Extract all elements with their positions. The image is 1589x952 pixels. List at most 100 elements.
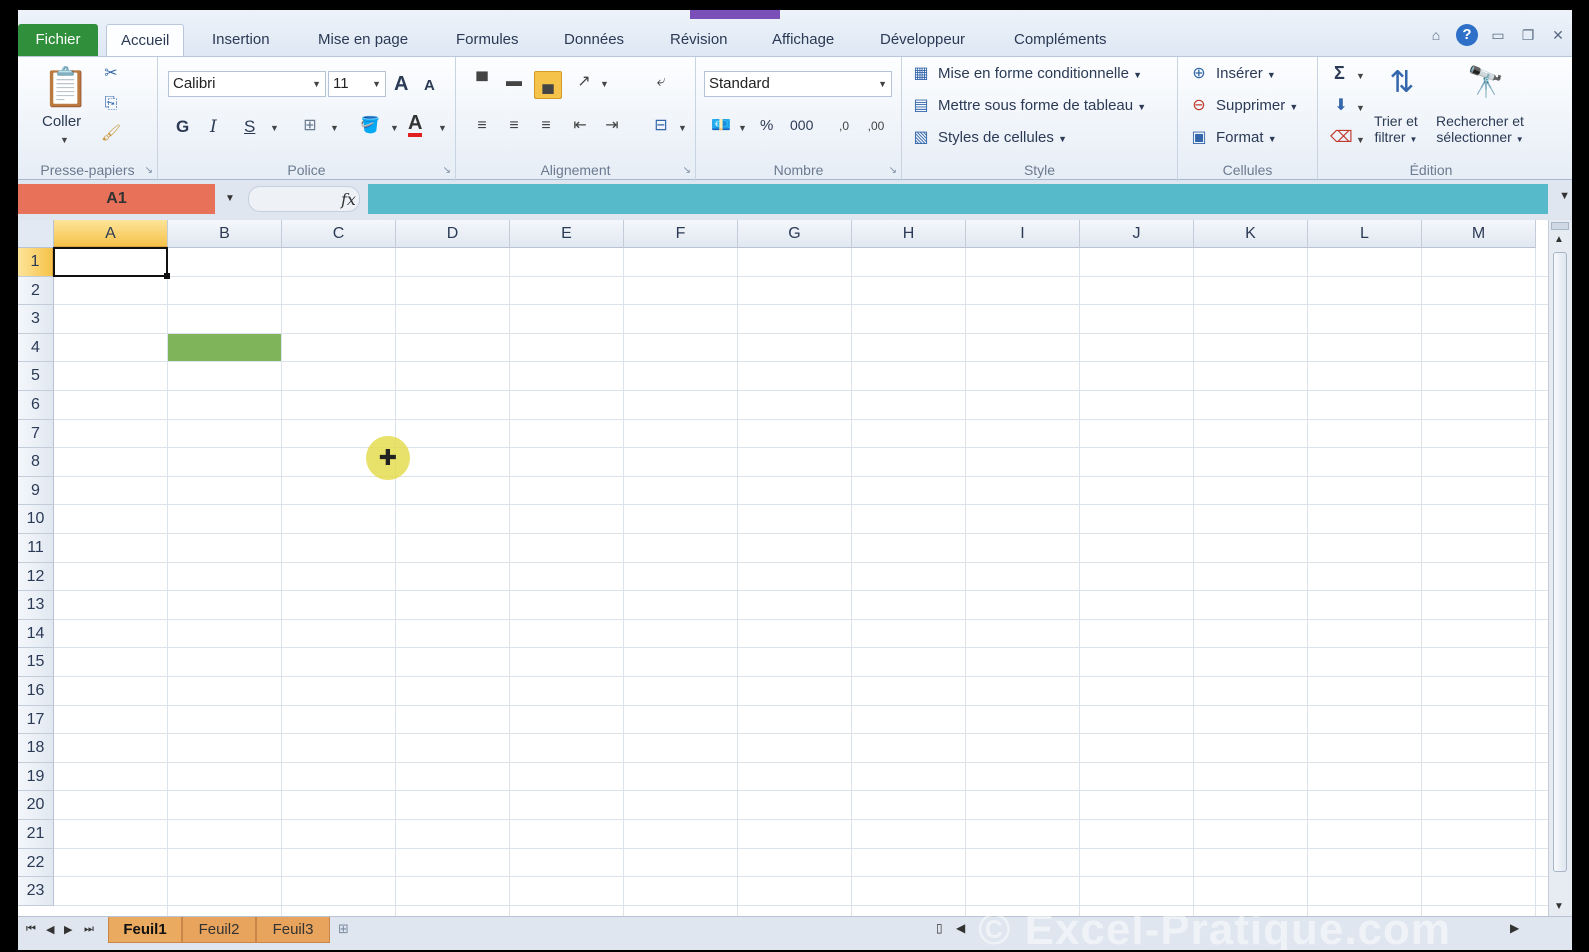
minimize-icon[interactable]: ▭ [1488, 25, 1508, 45]
grow-font-button[interactable]: A [394, 73, 408, 96]
format-cells-button[interactable]: Format ▼ [1216, 129, 1277, 146]
scroll-up-icon[interactable]: ▲ [1554, 234, 1564, 245]
align-bottom-icon[interactable]: ▄ [534, 71, 562, 99]
cell-styles-button[interactable]: Styles de cellules ▼ [938, 129, 1067, 146]
tab-file[interactable]: Fichier [18, 24, 98, 56]
insert-function-button[interactable]: fx [341, 187, 356, 213]
column-header-g[interactable]: G [738, 220, 852, 248]
insert-cells-button[interactable]: Insérer ▼ [1216, 65, 1276, 82]
font-launcher-icon[interactable]: ↘ [443, 165, 451, 176]
increase-indent-icon[interactable]: ⇥ [600, 115, 624, 139]
number-launcher-icon[interactable]: ↘ [889, 165, 897, 176]
select-all-button[interactable] [18, 220, 54, 248]
name-box-dropdown-icon[interactable]: ▼ [218, 184, 242, 214]
orientation-caret-icon[interactable]: ▼ [600, 79, 609, 89]
active-cell-a1[interactable] [53, 247, 168, 277]
row-header-4[interactable]: 4 [18, 333, 54, 363]
align-top-icon[interactable]: ▀ [470, 71, 494, 95]
row-header-8[interactable]: 8 [18, 448, 54, 477]
bold-button[interactable]: G [176, 117, 189, 137]
row-header-10[interactable]: 10 [18, 505, 54, 534]
text-orientation-icon[interactable]: ↗ [572, 71, 596, 95]
column-header-j[interactable]: J [1080, 220, 1194, 248]
autosum-button[interactable]: Σ [1334, 63, 1345, 84]
conditional-format-icon[interactable]: ▦ [910, 63, 932, 85]
font-name-select[interactable]: Calibri ▼ [168, 71, 326, 97]
align-left-icon[interactable]: ≡ [470, 115, 494, 139]
percent-button[interactable]: % [760, 117, 773, 134]
borders-icon[interactable]: ⊞ [298, 115, 322, 139]
cell-styles-icon[interactable]: ▧ [910, 127, 932, 149]
split-box[interactable] [1551, 222, 1569, 230]
row-header-17[interactable]: 17 [18, 705, 54, 735]
prev-sheet-icon[interactable]: ◀ [46, 923, 54, 936]
tab-revision[interactable]: Révision [656, 24, 742, 56]
row-header-12[interactable]: 12 [18, 562, 54, 592]
first-sheet-icon[interactable]: ⏮ [26, 923, 36, 936]
insert-cells-icon[interactable]: ⊕ [1188, 63, 1210, 85]
align-center-icon[interactable]: ≡ [502, 115, 526, 139]
name-box[interactable]: A1 [18, 184, 215, 214]
row-header-14[interactable]: 14 [18, 619, 54, 649]
copy-icon[interactable]: ⎘ [100, 93, 122, 115]
wrap-text-icon[interactable]: ⤶ [648, 71, 674, 97]
close-icon[interactable]: ✕ [1548, 25, 1568, 45]
paste-label[interactable]: Coller [42, 113, 81, 130]
sheet-tab-feuil1[interactable]: Feuil1 [108, 917, 182, 943]
font-color-button[interactable]: A [408, 113, 423, 137]
fill-handle[interactable] [164, 272, 170, 279]
horizontal-scrollbar[interactable]: ▯ ◀ ▶ [936, 921, 1536, 939]
help-icon[interactable]: ? [1456, 24, 1478, 46]
italic-button[interactable]: I [210, 117, 217, 137]
insert-sheet-icon[interactable]: ⊞ [338, 921, 360, 939]
row-header-7[interactable]: 7 [18, 419, 54, 449]
decrease-indent-icon[interactable]: ⇤ [568, 115, 592, 139]
row-header-23[interactable]: 23 [18, 877, 54, 906]
expand-formula-bar-icon[interactable]: ▼ [1559, 190, 1570, 202]
vertical-scrollbar[interactable]: ▲ ▼ [1548, 220, 1572, 916]
increase-decimal-icon[interactable]: ,0 [832, 115, 856, 139]
format-as-table-icon[interactable]: ▤ [910, 95, 932, 117]
delete-cells-button[interactable]: Supprimer ▼ [1216, 97, 1298, 114]
column-header-l[interactable]: L [1308, 220, 1422, 248]
clipboard-launcher-icon[interactable]: ↘ [145, 165, 153, 176]
tab-accueil[interactable]: Accueil [106, 24, 185, 56]
restore-icon[interactable]: ❐ [1518, 25, 1538, 45]
scroll-down-icon[interactable]: ▼ [1554, 901, 1564, 912]
format-as-table-button[interactable]: Mettre sous forme de tableau ▼ [938, 97, 1146, 114]
binoculars-icon[interactable]: 🔭 [1464, 61, 1508, 105]
thousands-button[interactable]: 000 [790, 117, 813, 133]
decrease-decimal-icon[interactable]: ,00 [864, 115, 888, 139]
delete-cells-icon[interactable]: ⊖ [1188, 95, 1210, 117]
row-header-15[interactable]: 15 [18, 648, 54, 677]
sheet-tab-feuil3[interactable]: Feuil3 [256, 917, 330, 943]
scroll-right-icon[interactable]: ▶ [1510, 921, 1519, 935]
column-header-e[interactable]: E [510, 220, 624, 248]
font-color-caret-icon[interactable]: ▼ [438, 123, 447, 133]
row-header-1[interactable]: 1 [18, 248, 54, 277]
column-header-a[interactable]: A [54, 220, 168, 248]
column-header-c[interactable]: C [282, 220, 396, 248]
row-header-2[interactable]: 2 [18, 276, 54, 306]
find-select-button[interactable]: Rechercher et sélectionner ▼ [1436, 113, 1524, 145]
number-format-select[interactable]: Standard ▼ [704, 71, 892, 97]
tab-formules[interactable]: Formules [442, 24, 533, 56]
next-sheet-icon[interactable]: ▶ [64, 923, 72, 936]
fill-icon[interactable]: ⬇ [1330, 95, 1352, 117]
column-header-m[interactable]: M [1422, 220, 1536, 248]
row-header-22[interactable]: 22 [18, 848, 54, 878]
column-header-k[interactable]: K [1194, 220, 1308, 248]
borders-caret-icon[interactable]: ▼ [330, 123, 339, 133]
paste-icon[interactable]: 📋 [42, 65, 89, 113]
merge-center-icon[interactable]: ⊟ [648, 115, 674, 139]
tab-insertion[interactable]: Insertion [198, 24, 284, 56]
align-right-icon[interactable]: ≡ [534, 115, 558, 139]
tab-affichage[interactable]: Affichage [758, 24, 848, 56]
row-header-13[interactable]: 13 [18, 591, 54, 620]
clear-icon[interactable]: ⌫ [1330, 127, 1353, 149]
row-header-9[interactable]: 9 [18, 476, 54, 506]
column-header-i[interactable]: I [966, 220, 1080, 248]
collapse-ribbon-icon[interactable]: ⌂ [1426, 25, 1446, 45]
column-header-b[interactable]: B [168, 220, 282, 248]
fill-color-icon[interactable]: 🪣 [358, 115, 382, 139]
